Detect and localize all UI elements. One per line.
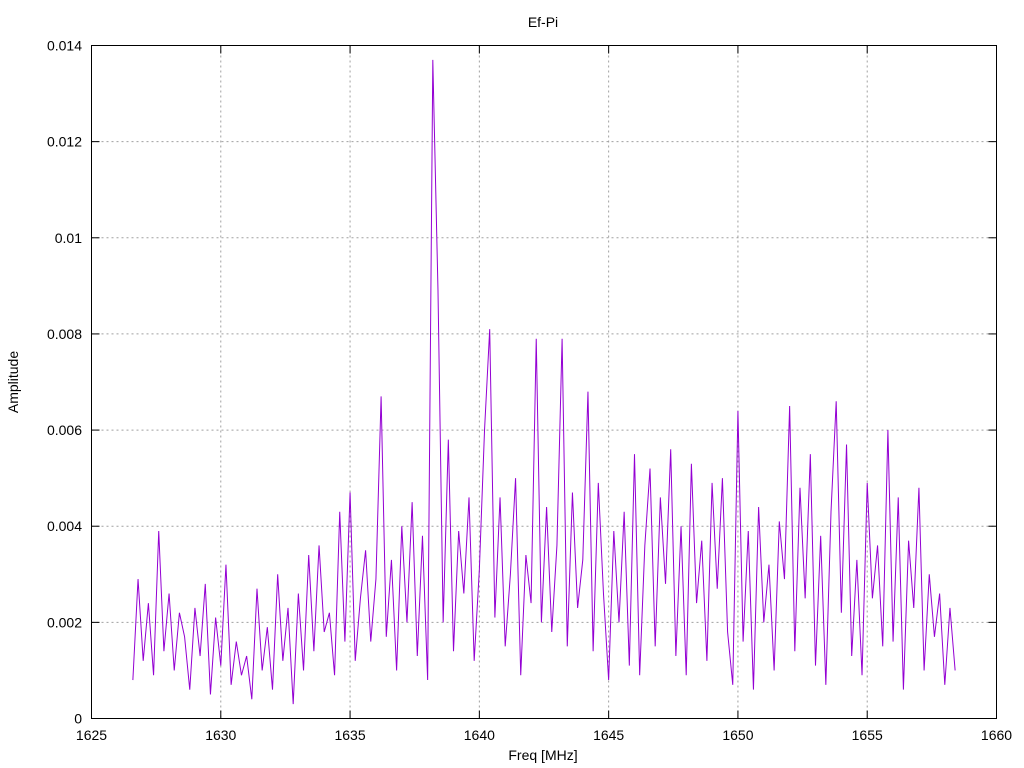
x-tick-label: 1635 [334, 727, 365, 743]
x-tick-label: 1625 [76, 727, 107, 743]
series-line [132, 59, 956, 705]
ticks [91, 45, 997, 719]
x-axis-label: Freq [MHz] [508, 747, 577, 763]
grid [91, 45, 997, 719]
y-tick-label: 0.01 [55, 230, 82, 246]
x-tick-label: 1655 [852, 727, 883, 743]
y-tick-label: 0.012 [47, 134, 82, 150]
chart-title: Ef-Pi [528, 14, 558, 30]
y-tick-labels: 0 0.002 0.004 0.006 0.008 0.01 0.012 0.014 [47, 38, 82, 727]
y-axis-label: Amplitude [5, 351, 21, 413]
x-tick-labels: 1625 1630 1635 1640 1645 1650 1655 1660 [76, 727, 1012, 743]
plot-border [91, 45, 997, 719]
chart: 0 0.002 0.004 0.006 0.008 0.01 0.012 0.014 1625… [5, 14, 1012, 763]
y-tick-label: 0.004 [47, 518, 82, 534]
x-tick-label: 1640 [464, 727, 495, 743]
x-tick-label: 1660 [981, 727, 1012, 743]
x-tick-label: 1645 [593, 727, 624, 743]
y-tick-label: 0.006 [47, 422, 82, 438]
y-tick-label: 0 [74, 711, 82, 727]
y-tick-label: 0.014 [47, 38, 82, 54]
y-tick-label: 0.002 [47, 614, 82, 630]
y-tick-label: 0.008 [47, 326, 82, 342]
x-tick-label: 1650 [722, 727, 753, 743]
x-tick-label: 1630 [205, 727, 236, 743]
